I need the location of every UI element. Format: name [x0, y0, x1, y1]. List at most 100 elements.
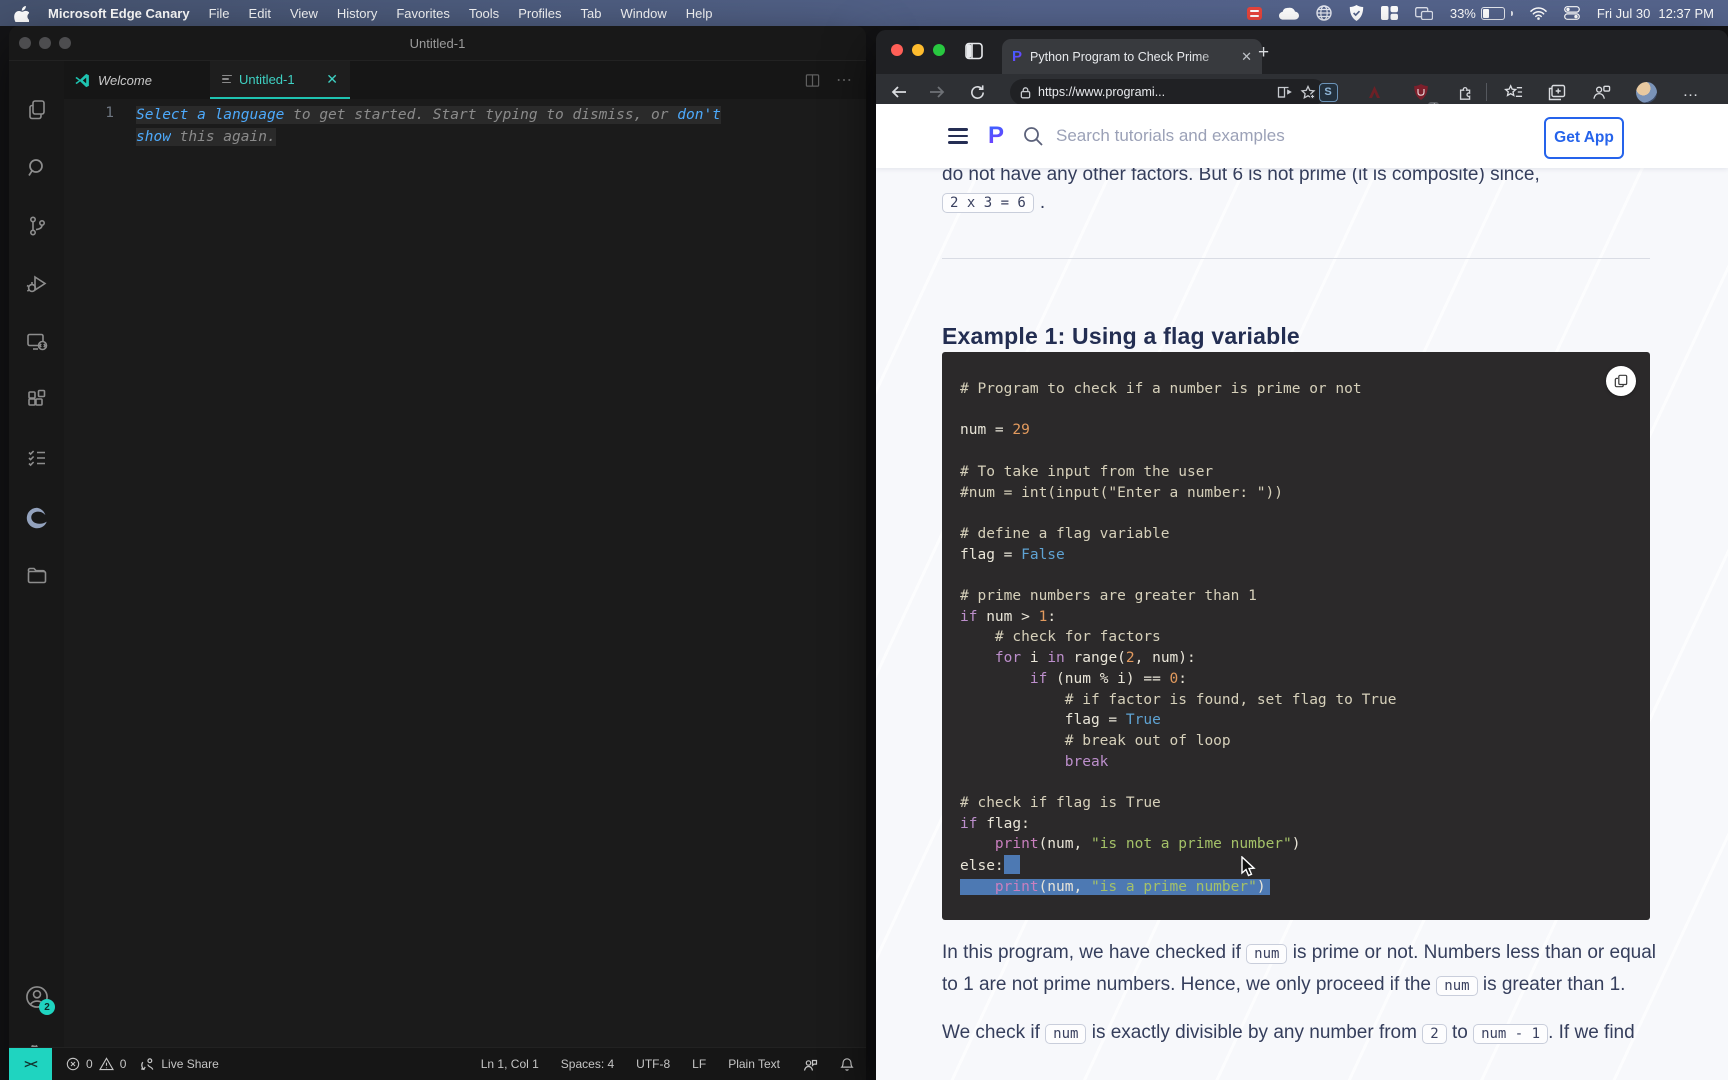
testing-icon[interactable]	[9, 438, 64, 478]
problems-status[interactable]: 0 0	[66, 1057, 126, 1071]
menu-item-view[interactable]: View	[290, 6, 318, 21]
tab-welcome-label: Welcome	[98, 73, 152, 88]
folder-icon[interactable]	[9, 556, 64, 596]
toolbar-separator	[1486, 83, 1487, 101]
apple-icon[interactable]	[14, 5, 29, 22]
search-input[interactable]	[1054, 125, 1388, 147]
live-share-label: Live Share	[161, 1057, 218, 1071]
window-layout-icon[interactable]	[1381, 6, 1398, 20]
cursor-position[interactable]: Ln 1, Col 1	[481, 1057, 539, 1071]
browser-tab[interactable]: P Python Program to Check Prime ✕	[1002, 39, 1262, 74]
inline-code: num	[1436, 976, 1477, 996]
add-favorite-icon[interactable]	[1300, 85, 1316, 100]
editor-area[interactable]: 1 Select a language to get started. Star…	[64, 99, 866, 1048]
live-share-status[interactable]: Live Share	[140, 1057, 218, 1072]
menu-item-history[interactable]: History	[337, 6, 377, 21]
remote-indicator[interactable]: ><	[9, 1048, 52, 1080]
editor-hint-text: this again.	[171, 128, 276, 146]
encoding[interactable]: UTF-8	[636, 1057, 670, 1071]
explorer-icon[interactable]	[9, 90, 64, 130]
code-line: # define a flag variable	[960, 524, 1636, 545]
paragraph: We check if num is exactly divisible by …	[942, 1018, 1658, 1050]
minimize-window-button[interactable]	[912, 44, 924, 56]
code-line: # check for factors	[960, 627, 1636, 648]
minimize-window-button[interactable]	[39, 37, 51, 49]
hamburger-menu-icon[interactable]	[948, 128, 968, 144]
code-line: #num = int(input("Enter a number: "))	[960, 483, 1636, 504]
selection-block	[1004, 855, 1020, 874]
tab-welcome[interactable]: Welcome	[64, 61, 170, 99]
menu-item-favorites[interactable]: Favorites	[396, 6, 449, 21]
window-title: Untitled-1	[410, 36, 466, 51]
more-actions-icon[interactable]: ⋯	[836, 70, 852, 90]
menu-item-file[interactable]: File	[209, 6, 230, 21]
wifi-icon[interactable]	[1530, 7, 1547, 20]
error-count: 0	[86, 1057, 93, 1071]
warning-count: 0	[120, 1057, 127, 1071]
code-line: if flag:	[960, 814, 1636, 835]
code-line	[960, 772, 1636, 793]
code-line: break	[960, 752, 1636, 773]
zoom-window-button[interactable]	[59, 37, 71, 49]
menu-item-window[interactable]: Window	[621, 6, 667, 21]
code-line: if num > 1:	[960, 607, 1636, 628]
onedrive-icon[interactable]	[1279, 7, 1299, 20]
extensions-icon[interactable]	[9, 380, 64, 420]
menu-item-profiles[interactable]: Profiles	[518, 6, 561, 21]
battery-indicator[interactable]: 33%	[1450, 6, 1513, 21]
menu-item-tab[interactable]: Tab	[581, 6, 602, 21]
close-tab-icon[interactable]: ✕	[326, 71, 338, 88]
accounts-icon[interactable]: 2	[9, 977, 64, 1017]
menu-item-tools[interactable]: Tools	[469, 6, 499, 21]
menu-item-edit[interactable]: Edit	[249, 6, 271, 21]
source-control-icon[interactable]	[9, 206, 64, 246]
zoom-window-button[interactable]	[933, 44, 945, 56]
edge-devtools-icon[interactable]	[9, 498, 64, 538]
code-line: num = 29	[960, 420, 1636, 441]
screen-mirror-icon[interactable]	[1415, 7, 1433, 20]
edge-window: P Python Program to Check Prime ✕ + http…	[876, 30, 1728, 1080]
get-app-button[interactable]: Get App	[1544, 117, 1624, 159]
code-line: flag = False	[960, 545, 1636, 566]
feedback-icon[interactable]	[802, 1057, 818, 1072]
control-center-icon[interactable]	[1564, 6, 1580, 20]
close-tab-icon[interactable]: ✕	[1241, 49, 1252, 65]
vscode-window: Untitled-1	[9, 26, 866, 1080]
close-window-button[interactable]	[891, 44, 903, 56]
code-line: for i in range(2, num):	[960, 648, 1636, 669]
menubar-app-name[interactable]: Microsoft Edge Canary	[48, 6, 190, 21]
editor-hint-link[interactable]: Select a language	[136, 106, 284, 124]
paragraph: In this program, we have checked if num …	[942, 938, 1658, 1001]
run-debug-icon[interactable]	[9, 264, 64, 304]
menu-item-help[interactable]: Help	[686, 6, 713, 21]
vscode-titlebar[interactable]: Untitled-1	[9, 26, 866, 61]
immersive-reader-icon[interactable]	[1277, 85, 1293, 99]
live-share-icon	[140, 1057, 155, 1072]
bell-icon[interactable]	[840, 1057, 854, 1072]
address-bar[interactable]: https://www.programi...	[1010, 79, 1326, 105]
remote-explorer-icon[interactable]	[9, 322, 64, 362]
language-mode[interactable]: Plain Text	[728, 1057, 780, 1071]
new-tab-button[interactable]: +	[1258, 42, 1269, 64]
split-editor-icon[interactable]	[805, 73, 820, 88]
warning-icon	[99, 1057, 114, 1071]
tab-untitled-label: Untitled-1	[239, 72, 295, 87]
close-window-button[interactable]	[19, 37, 31, 49]
search-icon[interactable]	[9, 148, 64, 188]
tab-favicon: P	[1012, 48, 1022, 65]
globe-icon[interactable]	[1316, 5, 1332, 21]
defender-shield-icon[interactable]	[1349, 5, 1364, 21]
search-icon[interactable]	[1022, 125, 1044, 147]
code-line	[960, 565, 1636, 586]
menubar-clock[interactable]: Fri Jul 30 12:37 PM	[1597, 6, 1714, 21]
eol-sequence[interactable]: LF	[692, 1057, 706, 1071]
tab-untitled[interactable]: Untitled-1 ✕	[210, 61, 350, 99]
workspaces-icon[interactable]	[964, 41, 984, 61]
programiz-logo[interactable]: P	[988, 122, 1004, 150]
recording-icon[interactable]	[1247, 7, 1262, 20]
accounts-badge: 2	[39, 999, 55, 1015]
vscode-logo-icon	[74, 72, 91, 89]
code-line: if (num % i) == 0:	[960, 669, 1636, 690]
indentation[interactable]: Spaces: 4	[561, 1057, 614, 1071]
code-line	[960, 400, 1636, 421]
